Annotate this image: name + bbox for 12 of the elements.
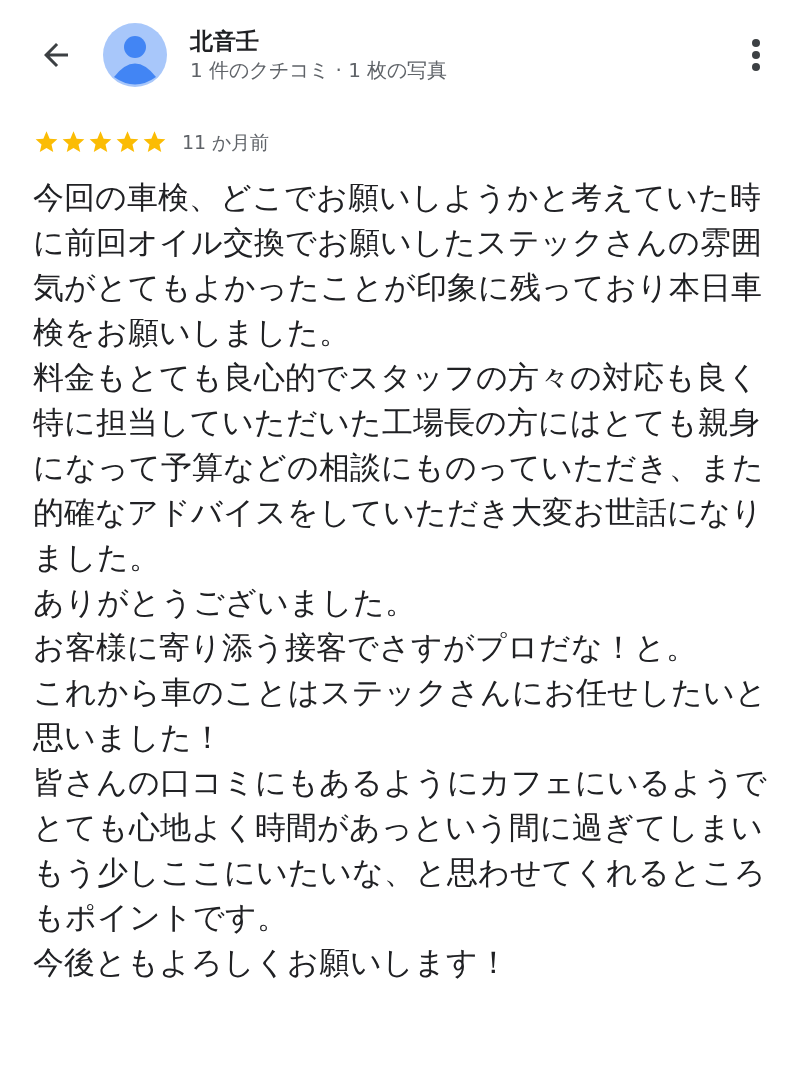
review-paragraph: これから車のことはステックさんにお任せしたいと思いました！ bbox=[33, 672, 767, 757]
reviewer-stats: 1 件のクチコミ · 1 枚の写真 bbox=[190, 57, 448, 84]
review-paragraph: 今回の車検、どこでお願いしようかと考えていた時に前回オイル交換でお願いしたステックさんの雰囲気がとてもよかったことが印象に残っており本日車検をお願いしました。 bbox=[33, 177, 763, 352]
review-paragraph: お客様に寄り添う接客でさすがプロだな！と。 bbox=[33, 627, 698, 667]
review-paragraph: 今後ともよろしくお願いします！ bbox=[33, 942, 510, 982]
review-paragraph: 皆さんの口コミにもあるようにカフェにいるようでとても心地よく時間があっという間に過ぎてしまいもう少しここにいたいな、と思わせてくれるところもポイントです。 bbox=[33, 762, 767, 937]
reviewer-name: 北音壬 bbox=[190, 27, 260, 56]
avatar bbox=[102, 22, 168, 88]
review-paragraph: ありがとうございました。 bbox=[33, 582, 417, 622]
review-time: 11 か月前 bbox=[182, 130, 270, 155]
review-paragraph: 料金もとても良心的でスタッフの方々の対応も良く特に担当していただいた工場長の方にはとても親身になって予算などの相談にものっていただき、また的確なアドバイスをしていただき大変お世話になりました。 bbox=[33, 357, 765, 577]
more-vertical-icon bbox=[751, 38, 761, 72]
